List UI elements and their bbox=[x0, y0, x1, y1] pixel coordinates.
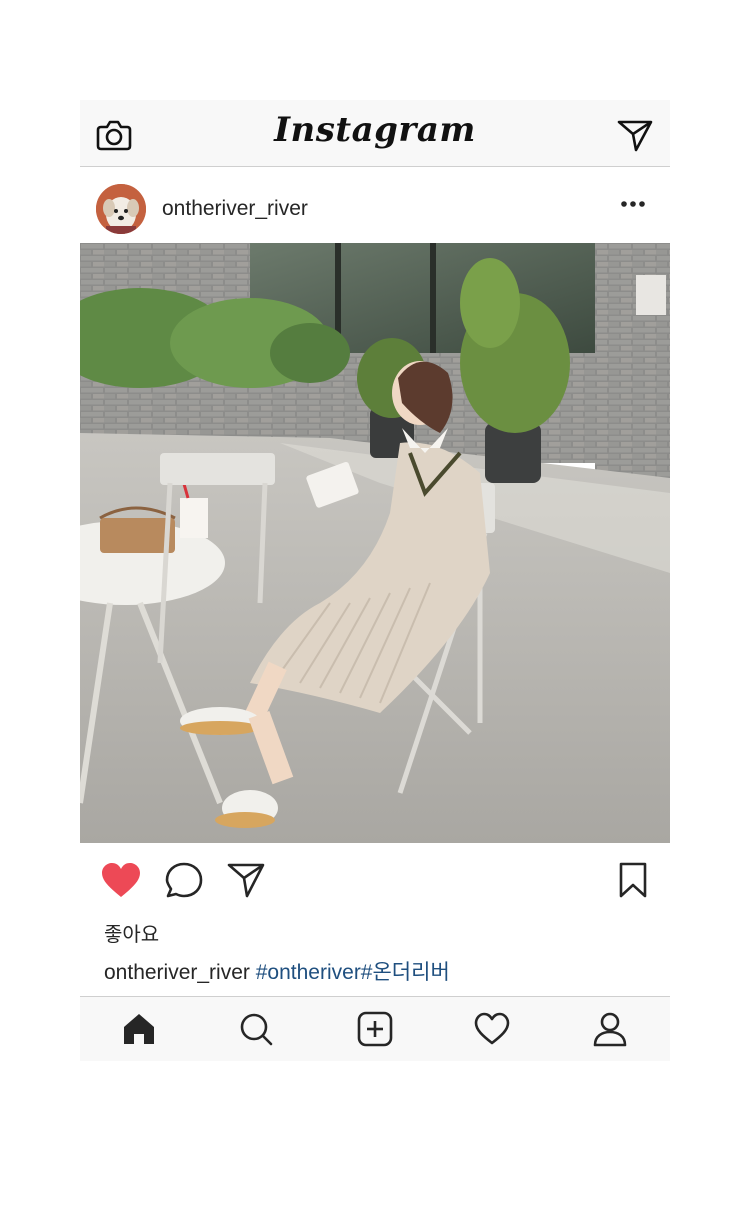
heart-filled-icon[interactable] bbox=[100, 861, 142, 904]
post-header: ontheriver_river bbox=[80, 167, 670, 243]
post-action-bar bbox=[80, 843, 670, 919]
direct-message-icon[interactable] bbox=[616, 118, 654, 152]
bottom-nav-bar bbox=[80, 996, 670, 1061]
post-photo[interactable] bbox=[80, 243, 670, 843]
avatar[interactable] bbox=[96, 184, 146, 234]
add-post-icon[interactable] bbox=[356, 1011, 394, 1047]
post-caption: ontheriver_river #ontheriver#온더리버 bbox=[104, 956, 450, 986]
likes-label[interactable]: 좋아요 bbox=[104, 918, 159, 947]
top-bar: Instagram bbox=[80, 100, 670, 167]
activity-heart-icon[interactable] bbox=[473, 1011, 511, 1047]
caption-username[interactable]: ontheriver_river bbox=[104, 961, 250, 984]
home-icon[interactable] bbox=[120, 1011, 158, 1047]
instagram-logo: Instagram bbox=[274, 110, 476, 150]
profile-icon[interactable] bbox=[591, 1011, 629, 1047]
comment-icon[interactable] bbox=[164, 861, 204, 904]
post-username[interactable]: ontheriver_river bbox=[162, 197, 308, 221]
caption-hashtags[interactable]: #ontheriver#온더리버 bbox=[256, 961, 450, 984]
more-dots-icon[interactable] bbox=[620, 197, 646, 209]
instagram-post-frame: Instagram ontheriver_river 좋아요 ontherive… bbox=[80, 100, 670, 1061]
share-icon[interactable] bbox=[226, 861, 266, 904]
search-icon[interactable] bbox=[237, 1011, 275, 1047]
bookmark-icon[interactable] bbox=[618, 861, 648, 904]
